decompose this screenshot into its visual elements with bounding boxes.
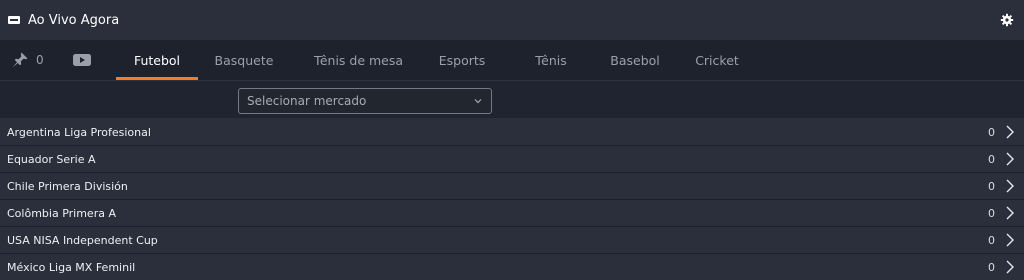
sport-tabs: 0 Futebol Basquete Tênis de mesa Esports… [0, 40, 1024, 81]
league-row[interactable]: Chile Primera División 0 [0, 173, 1024, 200]
chevron-right-icon[interactable] [1003, 232, 1017, 248]
league-row[interactable]: Equador Serie A 0 [0, 146, 1024, 173]
tab-tenis[interactable]: Tênis [521, 40, 581, 80]
chevron-right-icon[interactable] [1003, 151, 1017, 167]
market-select[interactable]: Selecionar mercado [238, 88, 492, 114]
live-tv-icon [8, 16, 20, 24]
league-name: Equador Serie A [7, 152, 96, 166]
gear-icon[interactable] [1000, 13, 1014, 27]
tab-basebol[interactable]: Basebol [603, 40, 667, 80]
league-count: 0 [988, 179, 995, 193]
chevron-down-icon [474, 99, 482, 104]
league-name: Chile Primera División [7, 179, 128, 193]
league-count: 0 [988, 233, 995, 247]
tab-basquete[interactable]: Basquete [207, 40, 281, 80]
market-select-placeholder: Selecionar mercado [247, 94, 367, 108]
league-count: 0 [988, 260, 995, 274]
chevron-right-icon[interactable] [1003, 124, 1017, 140]
league-list: Argentina Liga Profesional 0 Equador Ser… [0, 119, 1024, 280]
league-count: 0 [988, 152, 995, 166]
league-row[interactable]: México Liga MX Feminil 0 [0, 254, 1024, 280]
chevron-right-icon[interactable] [1003, 205, 1017, 221]
chevron-right-icon[interactable] [1003, 178, 1017, 194]
league-row[interactable]: Colômbia Primera A 0 [0, 200, 1024, 227]
video-icon[interactable] [62, 40, 102, 80]
league-name: México Liga MX Feminil [7, 260, 136, 274]
league-count: 0 [988, 206, 995, 220]
league-name: Colômbia Primera A [7, 206, 116, 220]
pin-icon[interactable] [0, 40, 36, 80]
tab-esports[interactable]: Esports [427, 40, 497, 80]
market-bar: Selecionar mercado [0, 81, 1024, 119]
league-name: USA NISA Independent Cup [7, 233, 158, 247]
tab-tenis-de-mesa[interactable]: Tênis de mesa [310, 40, 407, 80]
pinned-count: 0 [36, 53, 44, 67]
chevron-right-icon[interactable] [1003, 259, 1017, 275]
page-title: Ao Vivo Agora [28, 12, 120, 28]
tab-futebol[interactable]: Futebol [116, 40, 198, 80]
tab-cricket[interactable]: Cricket [687, 40, 747, 80]
league-row[interactable]: USA NISA Independent Cup 0 [0, 227, 1024, 254]
live-header: Ao Vivo Agora [0, 0, 1024, 40]
league-count: 0 [988, 125, 995, 139]
league-name: Argentina Liga Profesional [7, 125, 151, 139]
league-row[interactable]: Argentina Liga Profesional 0 [0, 119, 1024, 146]
